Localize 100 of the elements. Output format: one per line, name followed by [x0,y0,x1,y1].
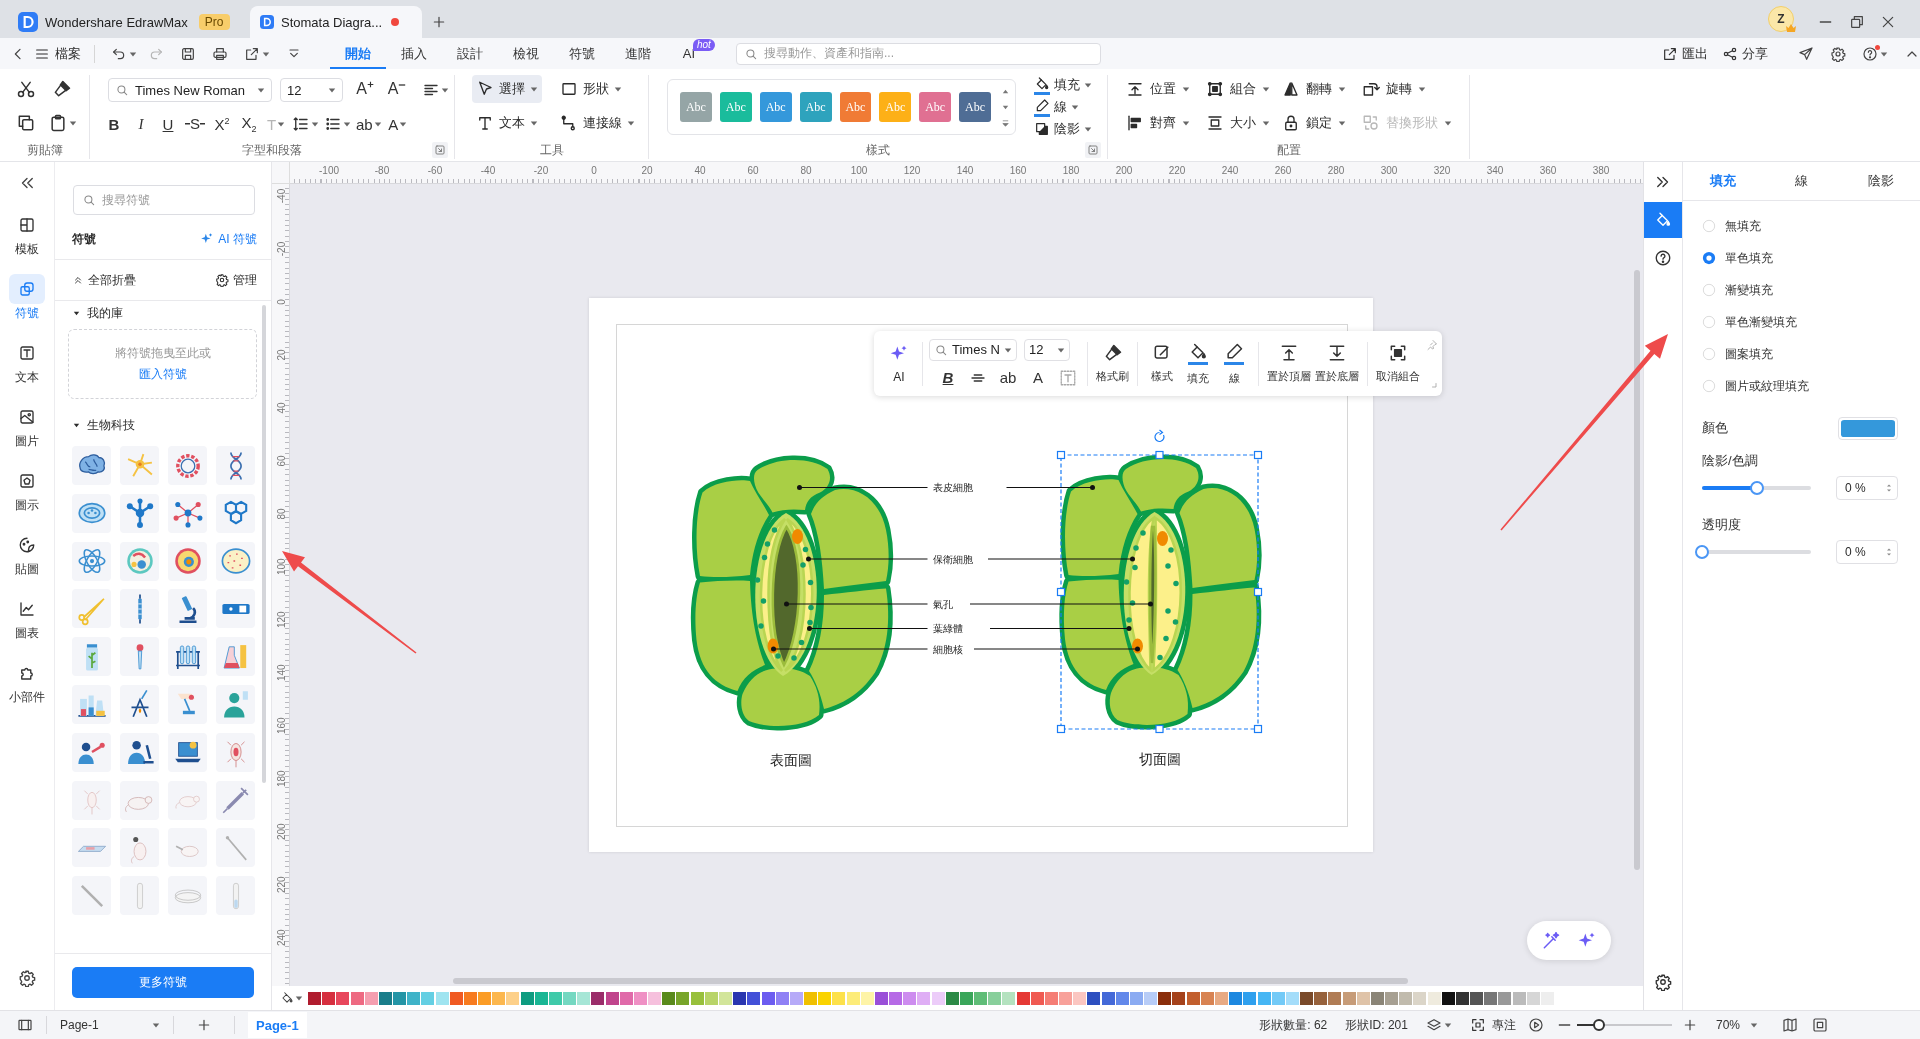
color-swatch[interactable] [1172,991,1186,1005]
color-swatch[interactable] [449,991,463,1005]
ai-symbol-link[interactable]: AI 符號 [200,230,257,248]
color-swatch[interactable] [563,991,577,1005]
font-size-field[interactable]: 12 [280,78,343,102]
person-silhouette-icon[interactable] [120,732,159,772]
manage-button[interactable]: 管理 [215,271,257,289]
font-field[interactable]: Times N [929,338,1017,361]
fill-option[interactable]: 圖片或紋理填充 [1683,370,1920,402]
color-swatch[interactable] [1300,991,1314,1005]
flask-icon[interactable] [216,637,255,677]
color-swatch[interactable] [1427,991,1441,1005]
menu-tab[interactable]: 開始 [330,38,386,69]
atom-icon[interactable] [72,541,111,581]
lamp-icon[interactable] [168,685,207,724]
color-swatch[interactable] [1484,991,1498,1005]
color-swatch[interactable] [1186,991,1200,1005]
menu-tab[interactable]: 符號 [554,38,610,69]
laptop-icon[interactable] [168,732,207,772]
color-swatch[interactable] [789,991,803,1005]
shadow-button[interactable]: 陰影 [1034,119,1092,139]
color-swatch[interactable] [1144,991,1158,1005]
molecule-network-icon[interactable] [168,493,207,533]
style-swatch[interactable]: Abc [959,92,991,122]
syringe-icon[interactable] [216,780,255,820]
color-swatch[interactable] [322,991,336,1005]
color-swatch[interactable] [1073,991,1087,1005]
arrange-button[interactable]: 位置 [1126,75,1206,103]
color-swatch[interactable] [704,991,718,1005]
sidebar-item[interactable]: 貼圖 [0,524,55,588]
vertical-scrollbar[interactable] [1634,270,1640,870]
color-swatch[interactable] [421,991,435,1005]
file-menu[interactable]: 檔案 [34,44,81,63]
color-swatch[interactable] [719,991,732,1005]
fill-option[interactable]: 單色漸變填充 [1683,306,1920,338]
color-swatch[interactable] [605,991,619,1005]
menu-tab[interactable]: 進階 [610,38,666,69]
selection-box[interactable] [1060,454,1259,730]
color-swatch[interactable] [1342,991,1356,1005]
sidebar-item[interactable]: 圖表 [0,588,55,652]
petri-dish-icon[interactable] [216,541,255,581]
color-swatch[interactable] [364,991,378,1005]
color-swatch[interactable] [1512,991,1526,1005]
arrange-button[interactable]: 對齊 [1126,109,1206,137]
ai-button[interactable]: AI [882,343,916,384]
color-swatch[interactable] [350,991,364,1005]
color-swatch[interactable] [463,991,477,1005]
scrollbar-thumb[interactable] [262,305,266,783]
color-swatch[interactable] [846,991,860,1005]
color-swatch[interactable] [577,991,591,1005]
color-swatch[interactable] [974,991,988,1005]
page-tab[interactable]: Page-1 [248,1012,307,1038]
color-swatch[interactable] [378,991,392,1005]
font-field[interactable]: Times New Roman [108,78,272,102]
color-swatch[interactable] [1044,991,1058,1005]
color-swatch[interactable] [506,991,520,1005]
percent-field[interactable]: 0 % [1836,540,1898,564]
tool-button[interactable]: 文本 [472,109,542,137]
slider-thumb[interactable] [1749,481,1764,495]
color-swatch[interactable] [1498,991,1512,1005]
slider-thumb[interactable] [1592,1019,1605,1031]
page-dropdown[interactable]: Page-1 [60,1018,160,1032]
color-swatch[interactable] [591,991,605,1005]
resize-handle[interactable] [1155,724,1164,734]
sidebar-item[interactable]: 圖示 [0,460,55,524]
specimen-jar-icon[interactable] [72,637,111,677]
color-swatch[interactable] [818,991,832,1005]
toolbar-button[interactable]: 取消組合 [1374,343,1422,384]
color-swatch[interactable] [1328,991,1342,1005]
fill-option[interactable]: 單色填充 [1683,242,1920,274]
plasmid-icon[interactable] [168,446,207,485]
color-swatch[interactable] [520,991,534,1005]
color-swatch[interactable] [1215,991,1228,1005]
library-section-header[interactable]: 生物科技 [72,413,135,437]
color-swatch[interactable] [407,991,421,1005]
import-symbols-link[interactable]: 匯入符號 [138,366,187,383]
fill-option[interactable]: 漸變填充 [1683,274,1920,306]
color-swatch[interactable] [336,991,350,1005]
resize-handle[interactable] [1056,587,1066,597]
color-swatch[interactable] [988,991,1002,1005]
fill-option[interactable]: 無填充 [1683,210,1920,242]
color-swatch[interactable] [860,991,874,1005]
pipette-icon[interactable] [120,589,159,629]
arrange-button[interactable]: 組合 [1206,75,1282,103]
color-swatch[interactable] [393,991,407,1005]
color-swatch[interactable] [1470,991,1484,1005]
horizontal-scrollbar[interactable] [453,978,1408,984]
format-button[interactable]: A [1025,366,1051,389]
sidebar-item[interactable]: 小部件 [0,652,55,716]
color-swatch[interactable] [648,991,662,1005]
line-button[interactable]: 線 [1034,97,1092,117]
sidebar-item[interactable]: 符號 [0,268,55,332]
color-swatch[interactable] [1413,991,1427,1005]
window-tab[interactable]: Stomata Diagra... [250,6,422,38]
scalpel-icon[interactable] [72,876,111,916]
color-swatch[interactable] [1385,991,1399,1005]
color-swatch[interactable] [492,991,506,1005]
bold-button[interactable]: B [935,366,961,389]
color-swatch[interactable] [548,991,562,1005]
menu-tab[interactable]: 設計 [442,38,498,69]
